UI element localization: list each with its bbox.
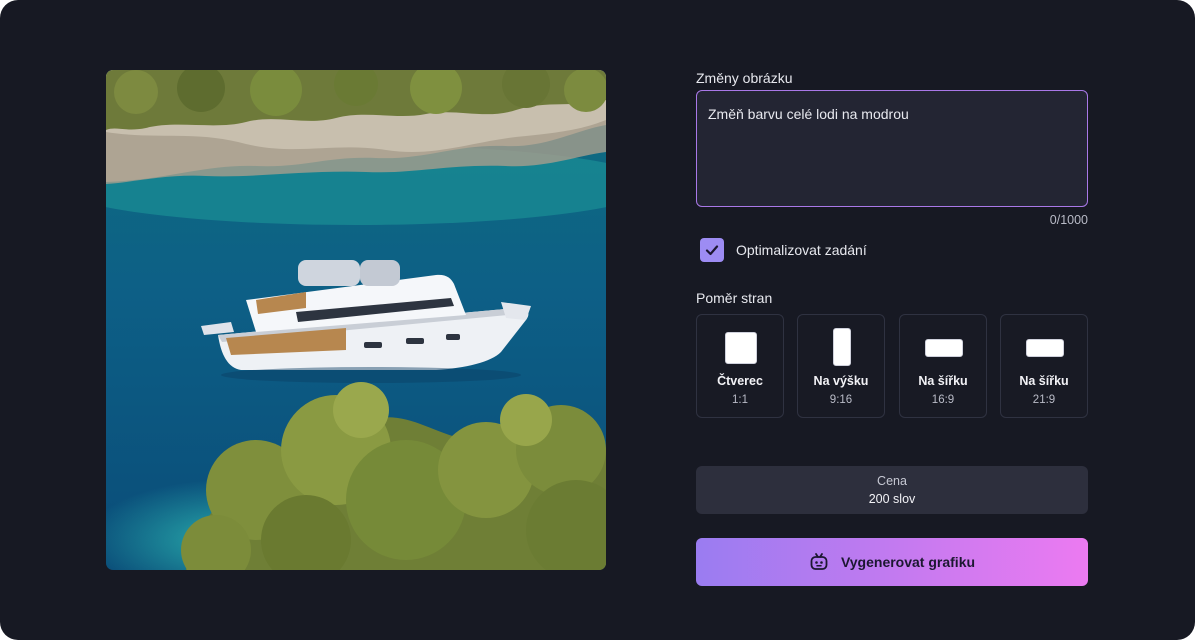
ratio-value: 9:16 — [829, 394, 853, 406]
ratio-name: Na šířku — [918, 374, 968, 388]
yacht-photo — [106, 70, 606, 570]
ratio-name: Na výšku — [813, 374, 869, 388]
editor-panel: Změny obrázku Změň barvu celé lodi na mo… — [0, 0, 1195, 640]
optimize-checkbox[interactable] — [700, 238, 724, 262]
ratio-value: 1:1 — [732, 394, 748, 406]
generate-button[interactable]: Vygenerovat grafiku — [696, 538, 1088, 586]
ratio-option-square[interactable]: Čtverec 1:1 — [696, 314, 784, 418]
ratio-option-landscape-16-9[interactable]: Na šířku 16:9 — [899, 314, 987, 418]
preview-image — [106, 70, 606, 570]
aspect-ratio-label: Poměr stran — [696, 290, 773, 306]
prompt-text[interactable]: Změň barvu celé lodi na modrou — [708, 106, 909, 122]
ratio-name: Na šířku — [1019, 374, 1069, 388]
square-icon — [725, 332, 757, 364]
ratio-name: Čtverec — [717, 374, 763, 388]
image-changes-label: Změny obrázku — [696, 70, 793, 86]
price-box: Cena 200 slov — [696, 466, 1088, 514]
landscape-icon — [925, 339, 963, 357]
generate-label: Vygenerovat grafiku — [840, 554, 976, 570]
ratio-option-landscape-21-9[interactable]: Na šířku 21:9 — [1000, 314, 1088, 418]
price-label: Cena — [877, 474, 907, 488]
optimize-label[interactable]: Optimalizovat zadání — [736, 242, 867, 258]
char-counter: 0/1000 — [1049, 213, 1088, 227]
portrait-icon — [833, 328, 851, 366]
check-icon — [705, 245, 719, 256]
prompt-textarea[interactable]: Změň barvu celé lodi na modrou — [696, 90, 1088, 207]
aspect-ratio-options: Čtverec 1:1 Na výšku 9:16 Na šířku 16:9 … — [696, 314, 1088, 418]
robot-icon — [810, 553, 828, 570]
ratio-value: 21:9 — [1032, 394, 1056, 406]
ratio-option-portrait[interactable]: Na výšku 9:16 — [797, 314, 885, 418]
ratio-value: 16:9 — [931, 394, 955, 406]
price-value: 200 slov — [868, 492, 916, 506]
wide-landscape-icon — [1026, 339, 1064, 357]
